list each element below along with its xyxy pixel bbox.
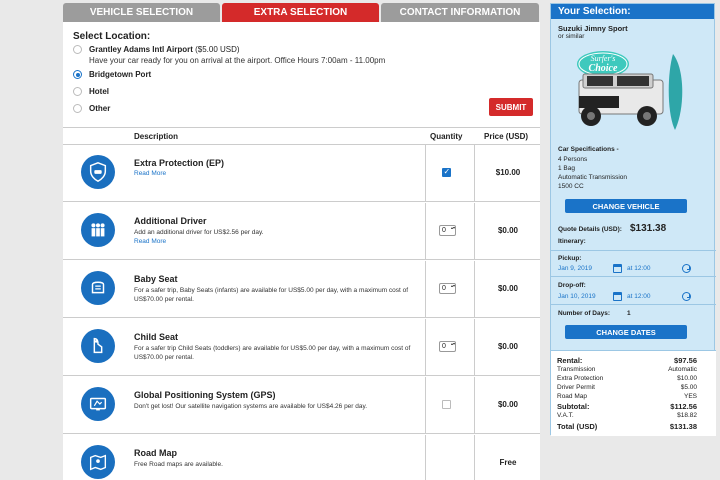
summary-row: Total (USD) $131.38 — [557, 422, 697, 431]
svg-text:Surfer's: Surfer's — [591, 54, 616, 63]
location-title: Select Location: — [73, 31, 151, 42]
pickup-label: Pickup: — [558, 255, 582, 262]
specs-title: Car Specifications - — [558, 146, 619, 153]
spec-bags: 1 Bag — [558, 165, 575, 172]
location-option-airport[interactable]: Grantley Adams Intl Airport ($5.00 USD) … — [73, 45, 385, 65]
quantity-select[interactable]: 0 — [439, 225, 456, 236]
extra-name: Baby Seat — [134, 274, 178, 284]
submit-button[interactable]: SUBMIT — [489, 98, 533, 116]
shield-car-icon — [81, 155, 115, 189]
summary-row: Transmission Automatic — [557, 366, 697, 373]
pickup-time[interactable]: at 12:00 — [627, 265, 651, 272]
car-similar: or similar — [558, 33, 585, 40]
summary-row: Subtotal: $112.56 — [557, 402, 697, 411]
location-option-port[interactable]: Bridgetown Port — [73, 70, 151, 79]
extra-name: Child Seat — [134, 332, 179, 342]
summary-row: Driver Permit $5.00 — [557, 384, 697, 391]
dropoff-time[interactable]: at 12:00 — [627, 293, 651, 300]
selection-sidebar: Your Selection: Suzuki Jimny Sport or si… — [550, 3, 716, 436]
days-value: 1 — [627, 310, 631, 317]
quantity-select[interactable]: 0 — [439, 341, 456, 352]
col-quantity: Quantity — [430, 132, 463, 141]
extra-price: $0.00 — [497, 342, 519, 351]
quote-label: Quote Details (USD): — [558, 226, 622, 233]
extra-description: Don't get lost! Our satellite navigation… — [134, 403, 368, 410]
read-more-link[interactable]: Read More — [134, 238, 424, 245]
baby-seat-icon — [81, 271, 115, 305]
location-option-other[interactable]: Other — [73, 104, 110, 113]
extra-name: Additional Driver — [134, 216, 207, 226]
summary-row: V.A.T. $18.82 — [557, 412, 697, 419]
extra-description: Add an additional driver for US$2.56 per… — [134, 229, 264, 236]
extra-price: $0.00 — [497, 400, 519, 409]
spec-transmission: Automatic Transmission — [558, 174, 627, 181]
quote-value: $131.38 — [630, 223, 667, 234]
dropoff-calendar-icon[interactable] — [613, 292, 622, 301]
extra-description: For a safer trip Child Seats (toddlers) … — [134, 345, 411, 361]
table-row: Global Positioning System (GPS) Don't ge… — [63, 377, 540, 434]
col-description: Description — [134, 132, 179, 141]
change-vehicle-button[interactable]: CHANGE VEHICLE — [565, 199, 687, 213]
car-name: Suzuki Jimny Sport — [558, 24, 628, 33]
people-icon — [81, 213, 115, 247]
col-price: Price (USD) — [484, 132, 529, 141]
spec-engine: 1500 CC — [558, 183, 584, 190]
pickup-calendar-icon[interactable] — [613, 264, 622, 273]
table-row: Additional Driver Add an additional driv… — [63, 203, 540, 260]
change-dates-button[interactable]: CHANGE DATES — [565, 325, 687, 339]
extra-description: For a safer trip, Baby Seats (infants) a… — [134, 287, 409, 303]
extra-description: Free Road maps are available. — [134, 461, 223, 468]
table-row: Child Seat For a safer trip Child Seats … — [63, 319, 540, 376]
step-tabs: VEHICLE SELECTION EXTRA SELECTION CONTAC… — [63, 3, 540, 22]
extras-panel: Select Location: Grantley Adams Intl Air… — [63, 22, 540, 480]
gps-checkbox[interactable] — [442, 400, 451, 409]
extra-price: $0.00 — [497, 226, 519, 235]
tab-contact-information[interactable]: CONTACT INFORMATION — [381, 3, 539, 22]
dropoff-label: Drop-off: — [558, 282, 586, 289]
extras-table-header: Description Quantity Price (USD) — [63, 127, 540, 145]
extra-name: Extra Protection (EP) — [134, 158, 225, 168]
summary-row: Extra Protection $10.00 — [557, 375, 697, 382]
itinerary-label: Itinerary: — [558, 238, 586, 245]
sidebar-title: Your Selection: — [551, 4, 714, 19]
extra-protection-checkbox[interactable] — [442, 167, 451, 177]
tab-extra-selection[interactable]: EXTRA SELECTION — [222, 3, 379, 22]
table-row: Extra Protection (EP) Read More $10.00 — [63, 145, 540, 202]
table-row: Baby Seat For a safer trip, Baby Seats (… — [63, 261, 540, 318]
extra-price: $10.00 — [495, 168, 521, 177]
extra-price: Free — [499, 458, 517, 467]
extra-name: Global Positioning System (GPS) — [134, 390, 276, 400]
tab-vehicle-selection[interactable]: VEHICLE SELECTION — [63, 3, 220, 22]
dropoff-date[interactable]: Jan 10, 2019 — [558, 293, 596, 300]
radio-port[interactable] — [73, 70, 82, 79]
child-seat-icon — [81, 329, 115, 363]
quantity-select[interactable]: 0 — [439, 283, 456, 294]
table-row: Road Map Free Road maps are available. F… — [63, 435, 540, 480]
map-icon — [81, 445, 115, 479]
radio-airport[interactable] — [73, 45, 82, 54]
summary-row: Rental: $97.56 — [557, 356, 697, 365]
extra-price: $0.00 — [497, 284, 519, 293]
gps-icon — [81, 387, 115, 421]
svg-text:Choice: Choice — [589, 63, 618, 74]
price-summary: Rental: $97.56 Transmission Automatic Extr… — [551, 350, 716, 436]
read-more-link[interactable]: Read More — [134, 170, 424, 177]
summary-row: Road Map YES — [557, 393, 697, 400]
dropoff-clock-icon[interactable] — [682, 292, 691, 301]
location-option-hotel[interactable]: Hotel — [73, 87, 109, 96]
days-label: Number of Days: — [558, 310, 611, 317]
radio-other[interactable] — [73, 104, 82, 113]
pickup-clock-icon[interactable] — [682, 264, 691, 273]
extra-name: Road Map — [134, 448, 178, 458]
car-image: Surfer's Choice — [561, 44, 691, 134]
pickup-date[interactable]: Jan 9, 2019 — [558, 265, 592, 272]
spec-persons: 4 Persons — [558, 156, 588, 163]
radio-hotel[interactable] — [73, 87, 82, 96]
